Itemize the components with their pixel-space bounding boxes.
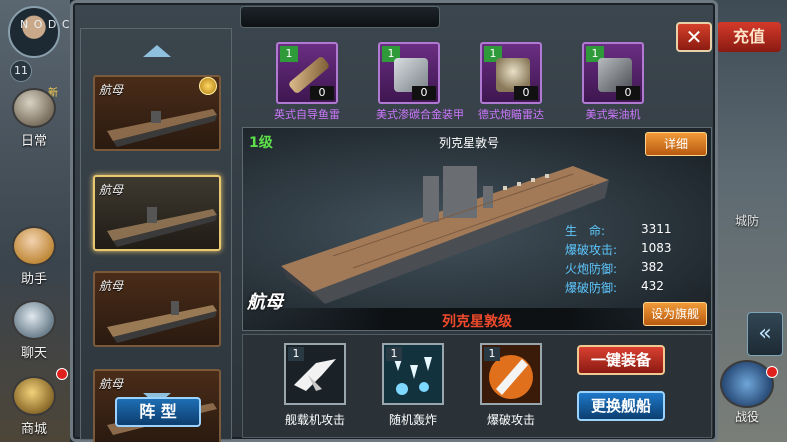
globe-icon <box>720 360 774 408</box>
ship-class-strip: 列克星敦级 <box>243 308 711 330</box>
equipment-name: 美式渗碳合金装甲 <box>376 108 464 121</box>
window-title-bar <box>240 6 440 28</box>
aircraft-carrier-image <box>281 166 609 304</box>
ship-list: 航母 航母 航母 航母 阵 型 <box>80 28 232 442</box>
stat-row: 爆破攻击: 1083 <box>565 241 685 260</box>
scroll-icon <box>12 88 56 128</box>
equipment-slot[interactable]: 1 0 美式柴油机 <box>580 42 646 122</box>
skill-slot[interactable]: 1 随机轰炸 <box>373 343 453 428</box>
recharge-button[interactable]: 充值 <box>717 22 781 52</box>
ship-stats: 生 命: 3311 爆破攻击: 1083 火炮防御: 382 爆破防御: 432 <box>565 222 685 298</box>
chat-button[interactable]: 聊天 <box>6 300 62 361</box>
stat-label: 生 命: <box>565 224 606 238</box>
ship-class-name: 列克星敦级 <box>442 314 512 330</box>
notification-dot <box>56 368 68 380</box>
skills-panel: 1 舰载机攻击 1 随机轰炸 1 爆破攻击 一键装备 更换舰船 <box>242 334 712 438</box>
battle-notification-dot <box>766 366 778 378</box>
ship-level: 1级 <box>249 135 273 151</box>
skill-level: 1 <box>484 347 500 361</box>
skill-level: 1 <box>288 347 304 361</box>
avatar-label: N O D C <box>20 18 71 31</box>
ship-detail-panel: 1级 列克星敦号 详细 航母 生 命: 3311 爆破攻击: 1083 火炮防御… <box>242 127 712 331</box>
carrier-icon <box>107 301 217 343</box>
skill-level: 1 <box>386 347 402 361</box>
equipment-row: 1 0 英式自导鱼雷 1 0 美式渗碳合金装甲 1 0 德式炮瞄雷达 1 0 美… <box>264 42 684 128</box>
stat-value: 3311 <box>641 222 672 236</box>
ship-card[interactable]: 航母 <box>93 175 221 251</box>
swap-ship-button[interactable]: 更换舰船 <box>577 391 665 421</box>
player-avatar[interactable] <box>8 6 60 58</box>
equipment-level: 1 <box>280 46 298 62</box>
assistant-button[interactable]: 助手 <box>6 226 62 287</box>
formation-button[interactable]: 阵 型 <box>115 397 201 427</box>
skill-slot[interactable]: 1 爆破攻击 <box>471 343 551 428</box>
details-button[interactable]: 详细 <box>645 132 707 156</box>
equipment-count: 0 <box>616 86 640 100</box>
equipment-count: 0 <box>310 86 334 100</box>
skill-frame: 1 <box>382 343 444 405</box>
skill-slot[interactable]: 1 舰载机攻击 <box>275 343 355 428</box>
chat-label: 聊天 <box>20 346 47 361</box>
equipment-slot-frame: 1 0 <box>378 42 440 104</box>
stat-value: 382 <box>641 260 664 274</box>
stat-value: 1083 <box>641 241 672 255</box>
shop-button[interactable]: 商城 <box>6 376 62 437</box>
equipment-name: 英式自导鱼雷 <box>274 108 340 121</box>
shop-label: 商城 <box>20 422 47 437</box>
equipment-slot-frame: 1 0 <box>582 42 644 104</box>
equipment-name: 美式柴油机 <box>585 108 641 121</box>
battle-label: 战役 <box>734 410 759 424</box>
game-screen: N O D C 11 新 日常 助手 聊天 商城 充值 城防 « 战役 ✕ 航母 <box>0 0 787 442</box>
carrier-icon <box>107 207 217 247</box>
daily-button[interactable]: 日常 <box>6 88 62 149</box>
assistant-label: 助手 <box>20 272 47 287</box>
skill-name: 随机轰炸 <box>388 413 437 427</box>
assistant-portrait-icon <box>12 226 56 266</box>
stat-label: 爆破攻击: <box>565 243 618 257</box>
stat-label: 爆破防御: <box>565 281 618 295</box>
scroll-up-arrow-icon[interactable] <box>143 45 171 57</box>
carrier-icon <box>107 109 217 147</box>
skill-name: 舰载机攻击 <box>284 413 345 427</box>
equipment-slot-frame: 1 0 <box>276 42 338 104</box>
equipment-count: 0 <box>412 86 436 100</box>
collapse-arrow-icon[interactable]: « <box>747 312 783 356</box>
stat-value: 432 <box>641 279 664 293</box>
treasure-chest-icon <box>12 376 56 416</box>
defense-label[interactable]: 城防 <box>717 212 777 229</box>
set-flagship-button[interactable]: 设为旗舰 <box>643 302 707 326</box>
stat-row: 爆破防御: 432 <box>565 279 685 298</box>
skill-frame: 1 <box>284 343 346 405</box>
ship-card[interactable]: 航母 <box>93 75 221 151</box>
equipment-slot[interactable]: 1 0 英式自导鱼雷 <box>274 42 340 122</box>
equip-all-button[interactable]: 一键装备 <box>577 345 665 375</box>
equipment-count: 0 <box>514 86 538 100</box>
stat-label: 火炮防御: <box>565 262 618 276</box>
ship-card[interactable]: 航母 <box>93 271 221 347</box>
stat-row: 生 命: 3311 <box>565 222 685 241</box>
skill-name: 爆破攻击 <box>486 413 535 427</box>
equipment-slot[interactable]: 1 0 德式炮瞄雷达 <box>478 42 544 122</box>
player-level-badge: 11 <box>10 60 32 82</box>
chat-bubble-icon <box>12 300 56 340</box>
skill-frame: 1 <box>480 343 542 405</box>
equipment-slot[interactable]: 1 0 美式渗碳合金装甲 <box>376 42 464 122</box>
daily-label: 日常 <box>20 134 47 149</box>
equipment-name: 德式炮瞄雷达 <box>478 108 544 121</box>
stat-row: 火炮防御: 382 <box>565 260 685 279</box>
equipment-slot-frame: 1 0 <box>480 42 542 104</box>
